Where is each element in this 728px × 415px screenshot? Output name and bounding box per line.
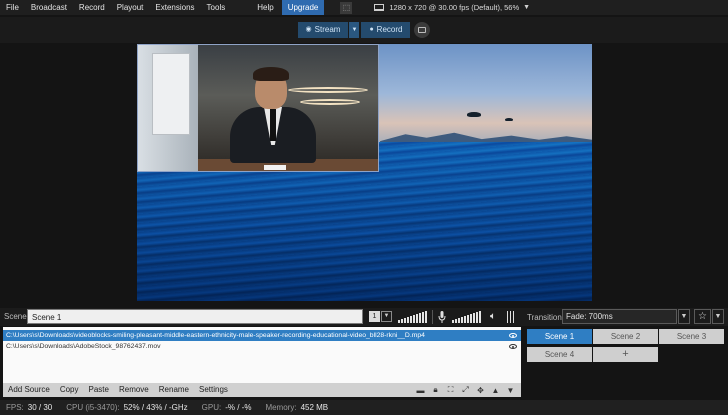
menu-file[interactable]: File — [0, 0, 25, 15]
visibility-eye-icon[interactable] — [509, 333, 517, 338]
sources-list: C:\Users\s\Downloads\videoblocks-smiling… — [3, 327, 521, 383]
settings-button[interactable]: Settings — [194, 383, 233, 397]
memory-label: Memory: — [265, 403, 297, 412]
camera-whiteboard — [152, 53, 190, 135]
sources-toolbar: Add Source Copy Paste Remove Rename Sett… — [3, 383, 521, 397]
source-path: C:\Users\s\Downloads\AdobeStock_98762437… — [6, 343, 161, 350]
cpu-value: 52% / 43% / -GHz — [123, 403, 188, 412]
transition-select[interactable]: Fade: 700ms — [562, 309, 677, 324]
rename-button[interactable]: Rename — [154, 383, 194, 397]
scene-name-input[interactable]: Scene 1 — [27, 309, 363, 324]
speaker-icon[interactable]: 🔈︎ — [490, 311, 500, 323]
paste-button[interactable]: Paste — [84, 383, 114, 397]
menu-record[interactable]: Record — [73, 0, 111, 15]
menu-extensions[interactable]: Extensions — [149, 0, 200, 15]
source-row[interactable]: C:\Users\s\Downloads\videoblocks-smiling… — [3, 330, 521, 341]
memory-value: 452 MB — [300, 403, 329, 412]
snapshot-button[interactable] — [414, 22, 431, 38]
lock-icon[interactable]: 🔒︎ — [431, 385, 440, 395]
stream-button[interactable]: ◉ Stream — [297, 22, 349, 38]
gpu-value: -% / -% — [225, 403, 252, 412]
resolution-dropdown-icon[interactable]: ▼ — [523, 4, 530, 11]
menu-bar: File Broadcast Record Playout Extensions… — [0, 0, 728, 15]
speaker-hair — [253, 67, 289, 81]
visibility-eye-icon[interactable] — [509, 344, 517, 349]
microphone-icon[interactable] — [438, 310, 446, 324]
meter-divider — [432, 310, 433, 324]
copy-button[interactable]: Copy — [55, 383, 84, 397]
fps-label: FPS: — [6, 403, 24, 412]
monitor-icon — [374, 4, 385, 11]
menu-playout[interactable]: Playout — [111, 0, 150, 15]
audio-mixer-icon[interactable] — [507, 311, 517, 323]
center-icon[interactable]: ✥ — [476, 386, 485, 395]
add-source-button[interactable]: Add Source — [3, 383, 55, 397]
speaker-tie — [270, 109, 276, 141]
camera-source-layer[interactable] — [137, 44, 379, 172]
scene-number-dropdown[interactable]: ▼ — [381, 311, 392, 322]
menu-broadcast[interactable]: Broadcast — [25, 0, 73, 15]
layout-toggle-icon[interactable]: ⬚ — [340, 1, 353, 14]
upgrade-button[interactable]: Upgrade — [281, 0, 325, 15]
record-icon: ● — [369, 26, 374, 33]
menu-tools[interactable]: Tools — [201, 0, 232, 15]
menu-help[interactable]: Help — [251, 0, 279, 15]
ocean-rock — [467, 112, 481, 117]
gpu-label: GPU: — [201, 403, 222, 412]
fit-icon[interactable]: ⛶ — [446, 385, 455, 395]
stream-options-dropdown[interactable]: ▼ — [349, 22, 360, 38]
scene-button-4[interactable]: Scene 4 — [527, 347, 592, 362]
audio-meter-1 — [398, 311, 427, 323]
audio-meter-2 — [452, 311, 481, 323]
camera-ceiling-light — [300, 99, 360, 105]
remove-button[interactable]: Remove — [114, 383, 154, 397]
record-label: Record — [376, 25, 403, 34]
broadcast-bar: ◉ Stream ▼ ● Record — [0, 17, 728, 43]
camera-ceiling-light — [288, 87, 368, 93]
broadcast-icon: ◉ — [305, 26, 312, 33]
source-path: C:\Users\s\Downloads\videoblocks-smiling… — [6, 332, 425, 339]
camera-icon — [418, 27, 427, 33]
favorites-dropdown-icon[interactable]: ▼ — [712, 309, 724, 324]
move-down-icon[interactable]: ▼ — [506, 386, 515, 395]
scene-button-2[interactable]: Scene 2 — [593, 329, 658, 344]
scene-button-1[interactable]: Scene 1 — [527, 329, 592, 344]
scene-button-3[interactable]: Scene 3 — [659, 329, 724, 344]
transition-label: Transition — [527, 313, 562, 322]
expand-icon[interactable]: ⤢ — [461, 385, 470, 395]
folder-icon[interactable]: ▬ — [416, 386, 425, 395]
fps-value: 30 / 30 — [27, 403, 53, 412]
ocean-rock — [505, 118, 513, 121]
favorite-star-icon[interactable]: ☆ — [694, 309, 711, 324]
desk-nameplate — [264, 165, 286, 170]
status-bar: FPS: 30 / 30 CPU (i5-3470): 52% / 43% / … — [0, 400, 728, 415]
move-up-icon[interactable]: ▲ — [491, 386, 500, 395]
stream-label: Stream — [314, 25, 341, 34]
preview-canvas[interactable] — [137, 44, 592, 301]
add-scene-button[interactable]: + — [593, 347, 658, 362]
scene-number-box[interactable]: 1 — [369, 311, 380, 322]
resolution-label[interactable]: 1280 x 720 @ 30.00 fps (Default), 56% — [389, 3, 519, 12]
source-row[interactable]: C:\Users\s\Downloads\AdobeStock_98762437… — [3, 341, 521, 352]
transition-dropdown-icon[interactable]: ▼ — [678, 309, 690, 324]
scene-label: Scene — [4, 312, 27, 321]
cpu-label: CPU (i5-3470): — [66, 403, 120, 412]
record-button[interactable]: ● Record — [361, 22, 411, 38]
